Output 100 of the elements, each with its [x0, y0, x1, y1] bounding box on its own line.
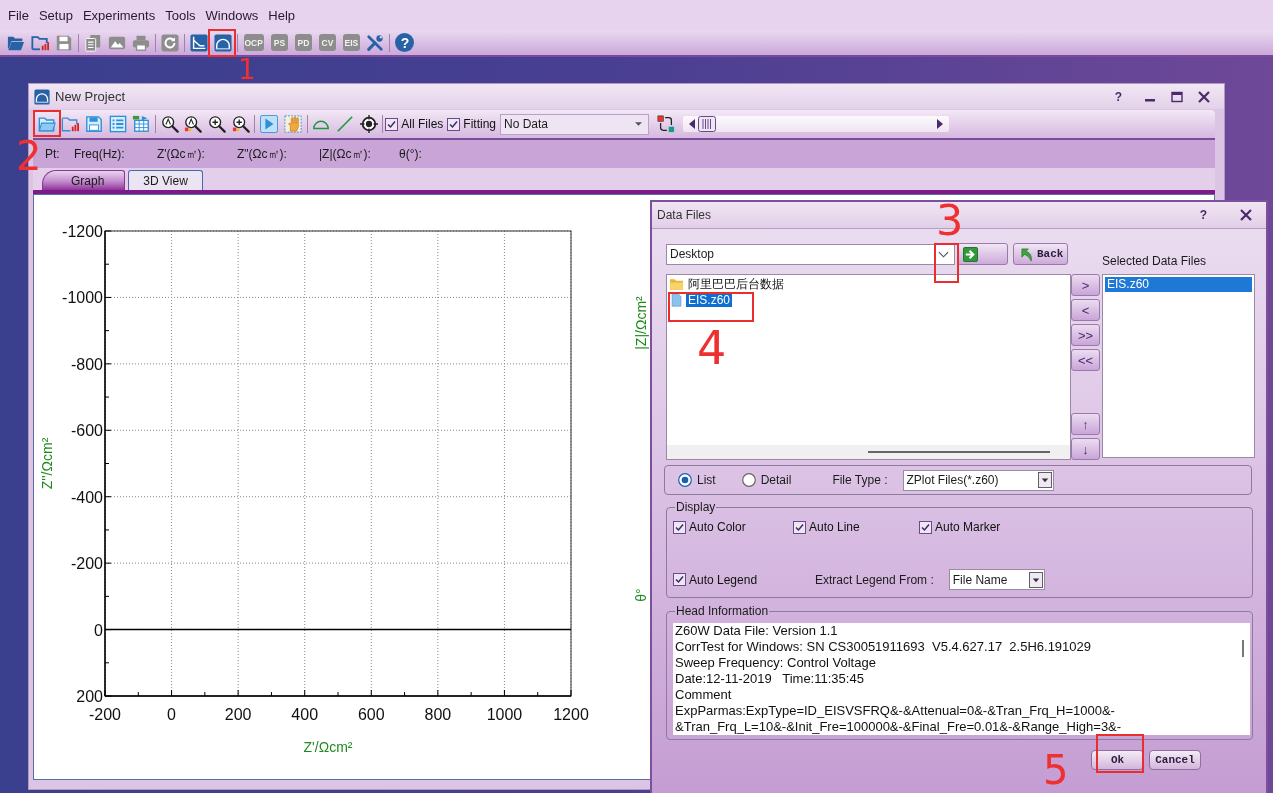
close-icon[interactable] — [1198, 90, 1210, 103]
right-triangle-icon[interactable] — [937, 119, 943, 129]
zoom-in-icon[interactable] — [231, 115, 250, 133]
menu-item[interactable]: Setup — [33, 6, 78, 24]
menu-item[interactable]: Experiments — [77, 6, 161, 24]
group-title: Head Information — [675, 604, 770, 618]
checkbox[interactable] — [673, 573, 686, 586]
checkbox[interactable] — [447, 117, 461, 131]
tick-label: 200 — [224, 706, 252, 723]
magnifier-icon[interactable] — [184, 115, 203, 133]
radio-button[interactable] — [741, 473, 756, 487]
dropdown-arrow-icon — [635, 122, 642, 126]
annotation-number: 5 — [1043, 750, 1069, 790]
header-line: Comment — [675, 687, 733, 703]
right-arrow-icon — [963, 246, 978, 262]
checkbox-label: Auto Legend — [689, 572, 758, 587]
transfer-button[interactable]: >> — [1071, 324, 1100, 346]
scrollbar-thumb[interactable] — [698, 116, 716, 132]
help-button[interactable]: ? — [1199, 208, 1207, 222]
header-line: Sweep Frequency: Control Voltage — [675, 655, 877, 671]
tab[interactable]: 3D View — [128, 170, 203, 190]
order-button[interactable]: ↓ — [1071, 438, 1100, 460]
zoom-in-icon[interactable] — [207, 115, 226, 133]
checkbox[interactable] — [673, 520, 686, 534]
left-triangle-icon[interactable] — [689, 119, 695, 129]
plot-icon[interactable] — [190, 33, 208, 52]
field-label: File Type : — [832, 473, 888, 487]
menu-item[interactable]: Windows — [200, 6, 264, 24]
horizontal-scrollbar[interactable] — [667, 445, 1070, 459]
dataset-dropdown[interactable]: No Data — [500, 113, 649, 135]
readout-label: Z"(Ωc㎡): — [237, 145, 287, 163]
help-button[interactable]: ? — [1114, 89, 1122, 104]
dialog-title: Data Files — [657, 208, 712, 222]
transfer-button[interactable]: > — [1071, 274, 1100, 296]
dialog-button[interactable]: Ok — [1091, 750, 1144, 770]
app-icon — [34, 88, 50, 105]
checkbox[interactable] — [793, 520, 806, 534]
annotation-number: 4 — [697, 325, 727, 371]
radio-button[interactable] — [678, 473, 692, 487]
axis-title: Z''/Ωcm² — [38, 437, 55, 490]
group-title: Display — [675, 500, 717, 514]
list-icon[interactable] — [108, 115, 127, 133]
order-button[interactable]: ↑ — [1071, 413, 1100, 435]
annotation-frame — [33, 110, 61, 137]
scrollbar-thumb[interactable] — [868, 451, 1050, 453]
axis-title: θ° — [632, 588, 649, 602]
tick-label: 0 — [94, 621, 103, 639]
menu-item[interactable]: Help — [263, 6, 301, 24]
back-arrow-icon — [1019, 246, 1034, 262]
checkbox-label: Fitting — [463, 117, 496, 131]
folder-icon — [669, 277, 684, 291]
line-icon[interactable] — [335, 115, 354, 133]
type-dropdown[interactable]: ZPlot Files(*.z60) — [902, 469, 1054, 491]
checkbox-label: Auto Line — [809, 520, 860, 534]
close-icon[interactable] — [1240, 209, 1252, 221]
selected-list-entry[interactable]: EIS.z60 — [1105, 277, 1252, 292]
list-entry[interactable]: 阿里巴巴后台数据 — [686, 275, 786, 293]
checkbox[interactable] — [385, 117, 399, 131]
annotation-frame — [934, 243, 959, 283]
folder-chart-icon[interactable] — [61, 115, 80, 133]
transfer-button[interactable]: << — [1071, 349, 1100, 371]
menu-item[interactable]: File — [3, 6, 34, 24]
dialog-button[interactable]: Cancel — [1149, 750, 1201, 770]
back-button[interactable]: Back — [1013, 243, 1068, 265]
play-icon[interactable] — [260, 115, 279, 133]
checkbox-label: Auto Marker — [935, 520, 1001, 534]
tab[interactable]: Graph — [42, 170, 126, 190]
tick-label: -400 — [70, 488, 103, 506]
checkbox[interactable] — [919, 520, 932, 534]
text-area[interactable] — [673, 623, 1250, 735]
tools-icon[interactable] — [366, 33, 385, 52]
table-export-icon[interactable] — [132, 115, 151, 133]
target-icon[interactable] — [359, 115, 378, 133]
chevron-down-icon — [938, 250, 949, 258]
arc-plot-icon[interactable] — [214, 33, 232, 52]
tick-label: 0 — [167, 706, 176, 723]
list-heading: Selected Data Files — [1102, 254, 1208, 268]
tick-label: 600 — [357, 706, 385, 723]
menu-item[interactable]: Tools — [160, 6, 201, 24]
tick-label: 1000 — [486, 706, 523, 723]
save-icon[interactable] — [85, 115, 103, 133]
swap-icon[interactable] — [657, 115, 675, 133]
transfer-button[interactable]: < — [1071, 299, 1100, 321]
horizontal-scrollbar[interactable] — [683, 116, 949, 132]
folder-chart-icon[interactable] — [31, 33, 49, 52]
legend-source-dropdown[interactable]: File Name — [948, 569, 1045, 590]
location-dropdown[interactable]: Desktop — [666, 243, 955, 265]
tick-label: 400 — [291, 706, 319, 723]
radio-label: Detail — [760, 473, 792, 487]
annotation-number: 3 — [936, 199, 964, 242]
window-title: New Project — [55, 89, 126, 104]
annotation-number: 1 — [238, 56, 256, 84]
magnifier-icon[interactable] — [160, 115, 179, 133]
maximize-icon[interactable] — [1171, 90, 1183, 103]
open-folder-icon[interactable] — [37, 115, 56, 133]
help-button[interactable]: ? — [395, 33, 415, 52]
header-line: Date:12-11-2019 Time:11:35:45 — [675, 671, 865, 687]
go-button[interactable] — [957, 243, 1008, 265]
scrollbar-thumb[interactable] — [1242, 640, 1244, 657]
annotation-frame — [1096, 734, 1144, 773]
